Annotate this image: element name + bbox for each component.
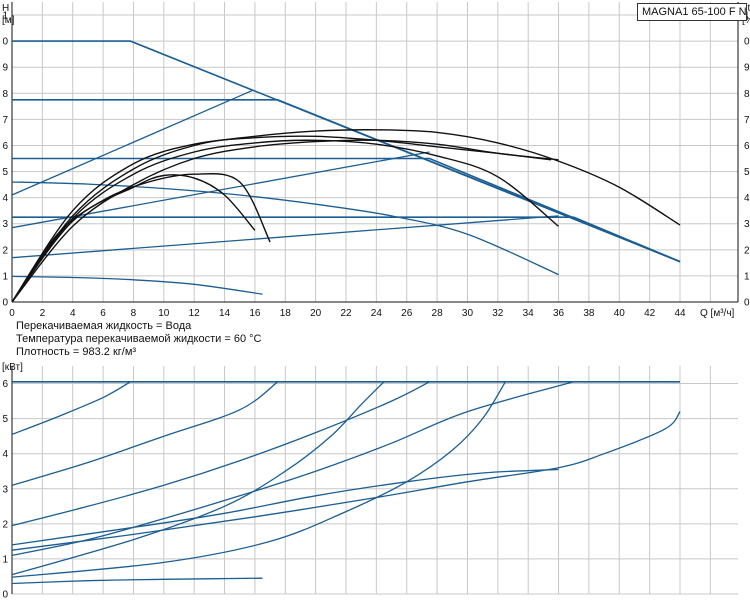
- y-tick-label: 9: [2, 63, 8, 74]
- y-tick-label: 8: [2, 89, 8, 100]
- y-tick-label: 5: [2, 167, 8, 178]
- x-tick-label: 42: [644, 308, 656, 319]
- y2-tick-label: 7: [744, 115, 750, 126]
- y-tick-label: 4: [2, 193, 8, 204]
- x-tick-label: 8: [131, 308, 137, 319]
- y-tick-label: 3: [2, 219, 8, 230]
- product-name: MAGNA1 65-100 F N: [642, 6, 747, 18]
- y2-tick-label: 4: [744, 193, 750, 204]
- y-tick-label: 2: [2, 245, 8, 256]
- power-y-tick-label: 5: [2, 414, 8, 425]
- y2-tick-label: 2: [744, 245, 750, 256]
- x-tick-label: 2: [40, 308, 46, 319]
- y2-tick-label: 8: [744, 89, 750, 100]
- x-tick-label: 4: [70, 308, 76, 319]
- x-tick-label: 0: [9, 308, 15, 319]
- x-tick-label: 28: [432, 308, 444, 319]
- x-tick-label: 40: [614, 308, 626, 319]
- power-curve: [11, 381, 279, 486]
- power-y-tick-label: 1: [2, 554, 8, 565]
- density-note: Плотность = 983.2 кг/м³: [16, 346, 137, 358]
- x-tick-label: 14: [219, 308, 231, 319]
- x-tick-label: 24: [371, 308, 383, 319]
- y2-tick-label: 3: [744, 219, 750, 230]
- x-tick-label: 26: [401, 308, 413, 319]
- power-curve: [11, 381, 385, 576]
- x-tick-label: 6: [100, 308, 106, 319]
- power-y-tick-label: 0: [2, 590, 8, 600]
- power-y-tick-label: 6: [2, 379, 8, 390]
- x-tick-label: 18: [280, 308, 292, 319]
- y2-tick-label: 9: [744, 63, 750, 74]
- y-axis-title: H: [2, 3, 9, 14]
- x-tick-label: 44: [674, 308, 686, 319]
- y-tick-label: 0: [2, 37, 8, 48]
- y-tick-label: 1: [2, 271, 8, 282]
- power-axis-title: [кВт]: [2, 362, 23, 373]
- efficiency-curve: [11, 135, 552, 303]
- y-tick-label: 7: [2, 115, 8, 126]
- power-curve: [11, 381, 131, 436]
- y2-tick-label: 1: [744, 271, 750, 282]
- x-tick-label: 10: [158, 308, 170, 319]
- power-y-tick-label: 2: [2, 519, 8, 530]
- product-legend-box: MAGNA1 65-100 F N: [637, 3, 747, 21]
- power-y-tick-label: 3: [2, 484, 8, 495]
- x-tick-label: 16: [249, 308, 261, 319]
- power-y-tick-label: 4: [2, 449, 8, 460]
- efficiency-curve: [11, 172, 271, 303]
- x-axis-title: Q [м³/ч]: [700, 308, 735, 319]
- system-curve: [11, 90, 253, 196]
- x-tick-label: 22: [340, 308, 352, 319]
- y-tick-label: 6: [2, 141, 8, 152]
- power-curve: [11, 381, 506, 578]
- x-tick-label: 20: [310, 308, 322, 319]
- x-tick-label: 12: [189, 308, 201, 319]
- liquid-note: Перекачиваемая жидкость = Вода: [16, 320, 192, 332]
- y2-tick-label: 0: [744, 37, 750, 48]
- y-tick-label: 0: [2, 298, 8, 309]
- x-tick-label: 30: [462, 308, 474, 319]
- y2-tick-label: 6: [744, 141, 750, 152]
- x-tick-label: 32: [492, 308, 504, 319]
- y2-tick-label: 5: [744, 167, 750, 178]
- x-tick-label: 38: [583, 308, 595, 319]
- x-tick-label: 34: [523, 308, 535, 319]
- y-axis-unit: [м]: [2, 15, 15, 26]
- y2-tick-label: 0: [744, 298, 750, 309]
- pump-performance-chart: 0011223344556677889900110246810121416182…: [2, 2, 750, 600]
- temperature-note: Температура перекачиваемой жидкости = 60…: [16, 333, 262, 345]
- x-tick-label: 36: [553, 308, 565, 319]
